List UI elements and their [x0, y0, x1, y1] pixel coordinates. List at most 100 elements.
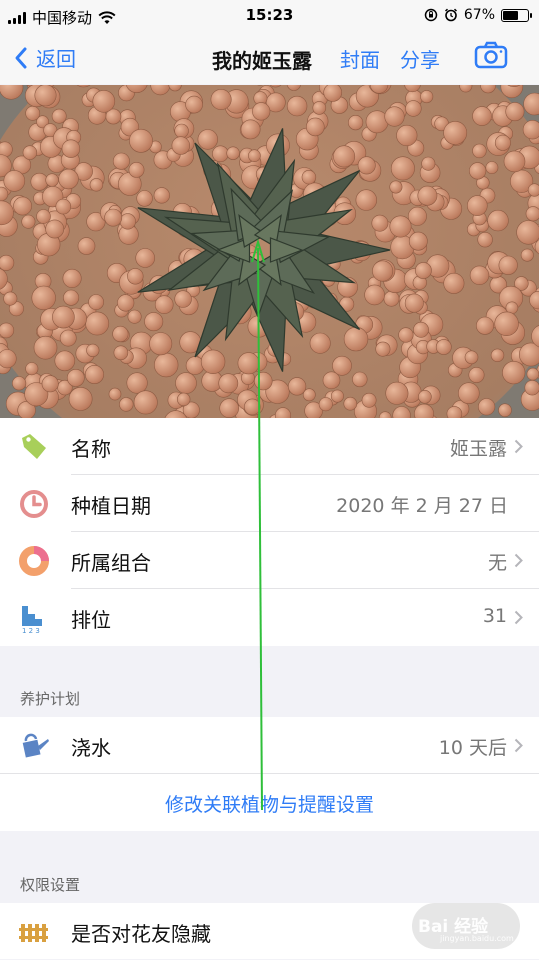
- pebble: [78, 238, 95, 255]
- cover-button[interactable]: 封面: [340, 44, 380, 73]
- pebble: [34, 336, 57, 359]
- pebble: [313, 101, 326, 114]
- pebble: [495, 135, 510, 150]
- pebble: [37, 210, 51, 224]
- pebble: [220, 399, 239, 418]
- plant-info-list: 名称 姬玉露 种植日期 2020 年 2 月 27 日 所属组合 无 1 2 3…: [0, 418, 539, 646]
- page-title: 我的姬玉露: [212, 45, 312, 74]
- pebble: [117, 295, 134, 312]
- rank-label: 排位: [71, 604, 111, 633]
- pebble: [93, 90, 115, 112]
- pebble: [114, 346, 128, 360]
- pebble: [527, 368, 539, 380]
- hide-from-friends-label: 是否对花友隐藏: [71, 918, 211, 947]
- pebble: [418, 186, 437, 205]
- pebble: [365, 285, 385, 305]
- pebble: [176, 373, 197, 394]
- pebble: [324, 85, 342, 102]
- pebble: [486, 162, 498, 174]
- back-button[interactable]: 返回: [14, 43, 76, 72]
- pebble: [333, 146, 354, 167]
- pebble: [46, 220, 64, 238]
- clock-icon: [18, 488, 50, 520]
- pebble: [120, 214, 136, 230]
- pebble: [504, 151, 525, 172]
- pebble: [113, 326, 129, 342]
- pebble: [418, 390, 431, 403]
- pebble: [89, 295, 104, 310]
- pebble: [502, 361, 525, 384]
- pebble: [150, 333, 172, 355]
- pebble: [219, 374, 238, 393]
- pebble: [287, 96, 307, 116]
- pebble: [177, 393, 190, 406]
- pebble: [386, 382, 408, 404]
- rank-icon: 1 2 3: [18, 602, 50, 634]
- pebble: [409, 232, 427, 250]
- chevron-right-icon: [514, 610, 523, 625]
- group-value: 无: [488, 548, 507, 575]
- share-button[interactable]: 分享: [400, 44, 440, 73]
- pebble: [385, 107, 405, 127]
- chevron-right-icon: [514, 738, 523, 753]
- pebble: [306, 118, 324, 136]
- pebble: [175, 124, 189, 138]
- pebble: [56, 199, 71, 214]
- tag-icon: [18, 431, 50, 463]
- pebble: [201, 350, 225, 374]
- pebble: [254, 372, 272, 390]
- pebble: [352, 372, 367, 387]
- plant-cover-photo[interactable]: [0, 85, 539, 418]
- pebble: [356, 190, 377, 211]
- fence-icon: [18, 916, 50, 948]
- svg-text:1 2 3: 1 2 3: [22, 627, 40, 634]
- pebble: [413, 322, 428, 337]
- watering-can-icon: [18, 730, 50, 762]
- pebble: [59, 169, 79, 189]
- pebble: [447, 406, 462, 418]
- pebble: [87, 344, 100, 357]
- group-row[interactable]: 所属组合 无: [0, 532, 539, 589]
- pebble: [473, 107, 492, 126]
- pebble: [499, 404, 512, 417]
- pebble: [12, 377, 26, 391]
- pebble: [458, 383, 479, 404]
- pebble: [35, 85, 56, 106]
- pebble: [136, 249, 155, 268]
- name-row[interactable]: 名称 姬玉露: [0, 418, 539, 475]
- planting-date-row[interactable]: 种植日期 2020 年 2 月 27 日: [0, 475, 539, 532]
- pebble: [506, 102, 524, 120]
- pebble: [488, 210, 509, 231]
- pebble: [31, 173, 48, 190]
- status-bar: 中国移动 15:23 67%: [0, 0, 539, 32]
- pebble: [198, 130, 218, 150]
- camera-button[interactable]: [474, 41, 508, 73]
- pebble: [470, 266, 489, 285]
- pebble: [478, 232, 493, 247]
- pebble: [85, 365, 103, 383]
- pebble: [52, 306, 74, 328]
- pebble: [241, 120, 260, 139]
- pebble: [319, 398, 332, 411]
- pebble: [172, 137, 190, 155]
- pebble: [42, 376, 58, 392]
- pebble: [421, 90, 433, 102]
- pebble: [499, 256, 518, 275]
- pebble: [469, 163, 486, 180]
- watermark-subtext: jingyan.baidu.com: [440, 934, 514, 943]
- edit-reminder-link[interactable]: 修改关联植物与提醒设置: [0, 774, 539, 831]
- pebble: [405, 294, 423, 312]
- chevron-left-icon: [14, 46, 28, 70]
- pebble: [467, 196, 487, 216]
- watering-value: 10 天后: [439, 733, 507, 760]
- rank-row[interactable]: 1 2 3 排位 31: [0, 589, 539, 646]
- pebble: [252, 103, 270, 121]
- pebble: [310, 333, 330, 353]
- pebble: [128, 310, 141, 323]
- pebble: [408, 207, 426, 225]
- pebble: [86, 312, 109, 335]
- watering-row[interactable]: 浇水 10 天后: [0, 717, 539, 774]
- pebble: [331, 390, 343, 402]
- pebble: [288, 378, 306, 396]
- pebble: [362, 393, 376, 407]
